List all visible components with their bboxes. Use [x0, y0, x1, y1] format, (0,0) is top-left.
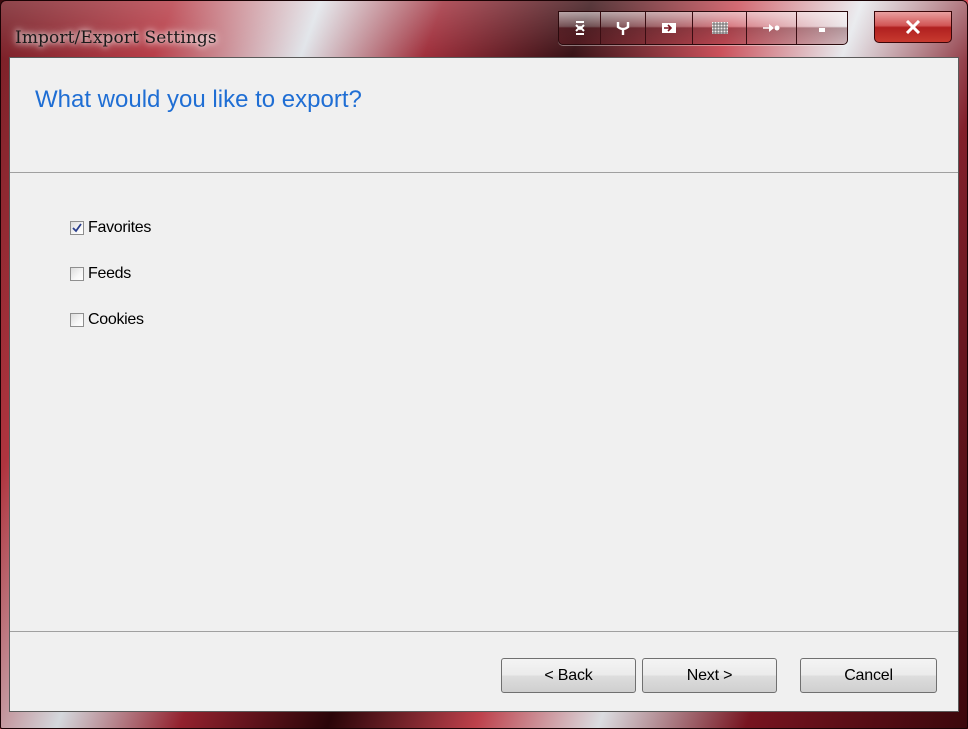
cancel-button[interactable]: Cancel: [800, 658, 937, 693]
option-cookies[interactable]: Cookies: [70, 310, 144, 330]
footer-divider: [10, 631, 958, 632]
pin-icon[interactable]: [747, 12, 797, 44]
page-title: What would you like to export?: [35, 86, 362, 113]
close-icon: [905, 20, 921, 34]
page-header: What would you like to export?: [10, 58, 958, 173]
caption-button-group: [558, 11, 848, 45]
favorites-checkbox[interactable]: [70, 221, 84, 235]
wrench-icon[interactable]: [601, 12, 646, 44]
texture-icon[interactable]: [693, 12, 747, 44]
option-favorites[interactable]: Favorites: [70, 218, 151, 238]
checkmark-icon: [72, 223, 82, 233]
close-button[interactable]: [874, 11, 952, 43]
next-button[interactable]: Next >: [642, 658, 777, 693]
title-bar[interactable]: Import/Export Settings: [1, 1, 967, 65]
minimize-icon[interactable]: [797, 12, 847, 44]
dialog-window: Import/Export Settings What would you li…: [0, 0, 968, 729]
feeds-checkbox[interactable]: [70, 267, 84, 281]
cookies-label: Cookies: [88, 311, 144, 328]
enter-icon[interactable]: [646, 12, 693, 44]
dialog-content: What would you like to export? Favorites…: [9, 57, 959, 712]
feeds-label: Feeds: [88, 265, 131, 282]
cookies-checkbox[interactable]: [70, 313, 84, 327]
scroll-icon[interactable]: [559, 12, 601, 44]
option-feeds[interactable]: Feeds: [70, 264, 131, 284]
back-button[interactable]: < Back: [501, 658, 636, 693]
window-title: Import/Export Settings: [15, 28, 217, 48]
favorites-label: Favorites: [88, 219, 152, 236]
